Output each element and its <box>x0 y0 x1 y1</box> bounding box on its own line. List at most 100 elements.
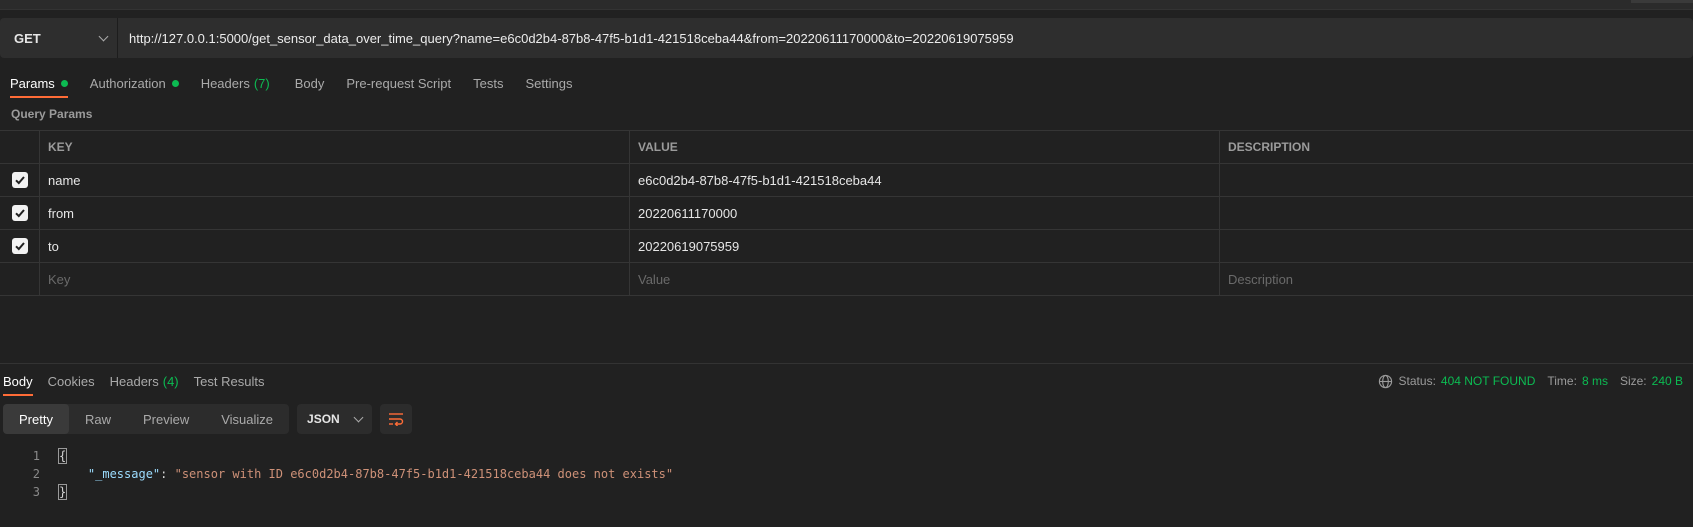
tab-tests[interactable]: Tests <box>473 68 503 98</box>
tab-body-label: Body <box>294 75 325 91</box>
row-checkbox-cell <box>0 197 40 229</box>
format-select[interactable]: JSON <box>297 404 373 434</box>
new-key-input[interactable]: Key <box>40 263 630 295</box>
query-params-title: Query Params <box>11 107 93 121</box>
param-description-cell[interactable] <box>1220 164 1693 196</box>
table-row: to 20220619075959 <box>0 230 1693 263</box>
column-header-value: VALUE <box>630 131 1220 163</box>
url-bar: GET http://127.0.0.1:5000/get_sensor_dat… <box>0 18 1693 58</box>
tab-params[interactable]: Params <box>10 68 68 98</box>
table-row: name e6c0d2b4-87b8-47f5-b1d1-421518ceba4… <box>0 164 1693 197</box>
response-tab-cookies-label: Cookies <box>47 373 95 389</box>
json-colon: : <box>160 467 175 481</box>
column-header-key: KEY <box>40 131 630 163</box>
json-string-value: "sensor with ID e6c0d2b4-87b8-47f5-b1d1-… <box>174 467 674 481</box>
response-tab-headers-label: Headers <box>109 373 159 389</box>
chevron-down-icon <box>98 31 109 41</box>
json-open-brace: { <box>57 448 68 464</box>
tab-prerequest-label: Pre-request Script <box>346 75 452 91</box>
table-header-row: KEY VALUE DESCRIPTION <box>0 131 1693 164</box>
tab-settings[interactable]: Settings <box>525 68 572 98</box>
new-description-input[interactable]: Description <box>1220 263 1693 295</box>
param-key-cell[interactable]: name <box>40 164 630 196</box>
tab-headers-label: Headers <box>200 75 250 91</box>
params-active-dot <box>60 79 68 87</box>
param-checkbox[interactable] <box>11 205 28 221</box>
view-mode-preview[interactable]: Preview <box>127 404 205 434</box>
response-tab-body[interactable]: Body <box>3 366 33 396</box>
row-checkbox-cell <box>0 230 40 262</box>
method-select[interactable]: GET <box>0 18 118 58</box>
tab-prerequest-script[interactable]: Pre-request Script <box>346 68 451 98</box>
tab-params-label: Params <box>10 75 55 91</box>
check-icon <box>14 176 25 185</box>
tab-tests-label: Tests <box>473 75 504 91</box>
method-label: GET <box>14 30 41 46</box>
view-mode-segmented: Pretty Raw Preview Visualize <box>3 404 290 434</box>
format-label: JSON <box>307 412 340 426</box>
response-tab-body-label: Body <box>3 373 33 389</box>
table-row-new: Key Value Description <box>0 263 1693 296</box>
line-number: 2 <box>32 467 40 481</box>
param-description-cell[interactable] <box>1220 197 1693 229</box>
authorization-active-dot <box>171 79 179 87</box>
response-tab-test-results-label: Test Results <box>193 373 265 389</box>
globe-icon[interactable] <box>1378 374 1393 389</box>
code-line: 1 { <box>0 447 673 465</box>
query-params-table: KEY VALUE DESCRIPTION name e6c0d2b4-87b8… <box>0 130 1693 296</box>
check-icon <box>14 209 25 218</box>
column-header-description: DESCRIPTION <box>1228 140 1311 154</box>
response-tab-test-results[interactable]: Test Results <box>194 366 265 396</box>
check-icon <box>14 242 25 251</box>
response-tab-cookies[interactable]: Cookies <box>48 366 95 396</box>
param-value-cell[interactable]: 20220619075959 <box>630 230 1220 262</box>
size-label: Size: <box>1619 374 1647 388</box>
size-value[interactable]: 240 B <box>1652 374 1683 388</box>
pane-divider[interactable] <box>0 363 1693 364</box>
line-number: 1 <box>32 449 40 463</box>
wrap-lines-icon <box>389 413 404 426</box>
tab-body[interactable]: Body <box>295 68 325 98</box>
tab-settings-label: Settings <box>525 75 573 91</box>
response-tabs: Body Cookies Headers (4) Test Results <box>0 366 264 396</box>
param-checkbox[interactable] <box>11 172 28 188</box>
json-key: "_message" <box>87 467 161 481</box>
line-number: 3 <box>32 485 40 499</box>
time-label: Time: <box>1547 374 1577 388</box>
headers-count: (7) <box>253 75 270 91</box>
tab-authorization[interactable]: Authorization <box>90 68 179 98</box>
table-row: from 20220611170000 <box>0 197 1693 230</box>
response-headers-count: (4) <box>162 373 179 389</box>
row-checkbox-cell <box>0 164 40 196</box>
url-input[interactable]: http://127.0.0.1:5000/get_sensor_data_ov… <box>118 18 1693 58</box>
param-checkbox[interactable] <box>11 238 28 254</box>
param-description-cell[interactable] <box>1220 230 1693 262</box>
wrap-lines-button[interactable] <box>380 404 413 434</box>
new-value-input[interactable]: Value <box>630 263 1220 295</box>
view-mode-pretty[interactable]: Pretty <box>3 404 69 434</box>
response-status: Status: 404 NOT FOUND Time: 8 ms Size: 2… <box>1378 366 1683 396</box>
tab-authorization-label: Authorization <box>89 75 166 91</box>
view-mode-raw[interactable]: Raw <box>69 404 127 434</box>
request-tabs: Params Authorization Headers (7) Body Pre… <box>0 68 572 98</box>
top-corner <box>1631 0 1693 3</box>
chevron-down-icon <box>353 412 364 422</box>
status-label: Status: <box>1398 374 1436 388</box>
code-line: 3 } <box>0 483 673 501</box>
code-line: 2 "_message": "sensor with ID e6c0d2b4-8… <box>0 465 673 483</box>
param-key-cell[interactable]: to <box>40 230 630 262</box>
param-value-cell[interactable]: e6c0d2b4-87b8-47f5-b1d1-421518ceba44 <box>630 164 1220 196</box>
view-mode-visualize[interactable]: Visualize <box>205 404 289 434</box>
json-close-brace: } <box>57 484 68 500</box>
top-strip <box>0 0 1693 10</box>
time-value[interactable]: 8 ms <box>1582 374 1608 388</box>
response-body-viewer[interactable]: 1 { 2 "_message": "sensor with ID e6c0d2… <box>0 447 673 501</box>
param-value-cell[interactable]: 20220611170000 <box>630 197 1220 229</box>
header-checkbox-cell <box>0 131 40 163</box>
status-value[interactable]: 404 NOT FOUND <box>1441 374 1535 388</box>
row-checkbox-cell <box>0 263 40 295</box>
response-tab-headers[interactable]: Headers (4) <box>110 366 179 396</box>
response-view-bar: Pretty Raw Preview Visualize JSON <box>3 404 413 434</box>
param-key-cell[interactable]: from <box>40 197 630 229</box>
tab-headers[interactable]: Headers (7) <box>201 68 270 98</box>
